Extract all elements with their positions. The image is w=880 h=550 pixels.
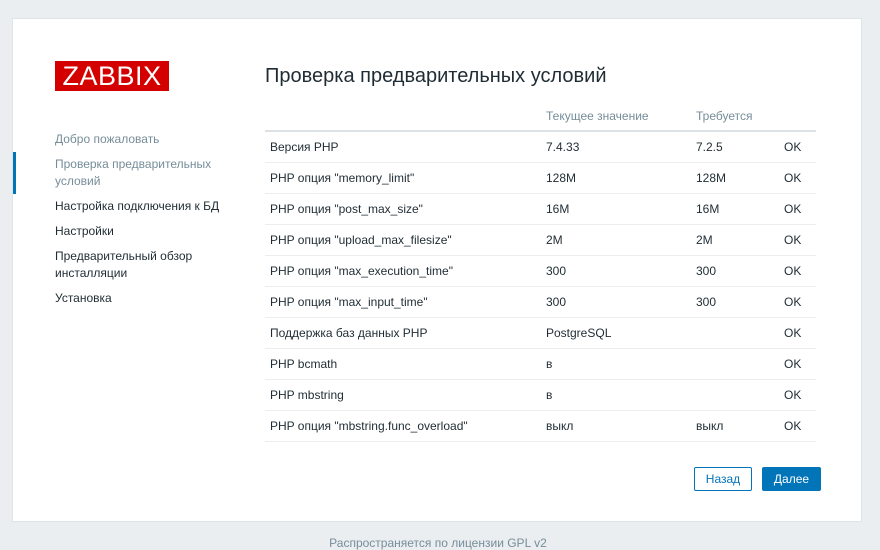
nav-step-install: Установка xyxy=(55,291,112,305)
check-name: PHP опция "max_execution_time" xyxy=(265,255,541,287)
nav-step-summary: Предварительный обзор инсталляции xyxy=(55,249,193,280)
check-required: 2M xyxy=(691,224,779,256)
check-current: 2M xyxy=(541,224,691,256)
check-status: OK xyxy=(779,193,816,225)
check-required: 300 xyxy=(691,286,779,318)
zabbix-logo: ZABBIX xyxy=(55,61,169,91)
check-required: 7.2.5 xyxy=(691,131,779,163)
check-current: в xyxy=(541,379,691,411)
check-name: PHP bcmath xyxy=(265,348,541,380)
check-status: OK xyxy=(779,317,816,349)
next-button[interactable]: Далее xyxy=(762,467,821,491)
table-row: PHP bcmath в OK xyxy=(265,348,816,380)
check-current: 7.4.33 xyxy=(541,131,691,163)
license-footer-link[interactable]: Распространяется по лицензии GPL v2 xyxy=(0,536,876,550)
check-status: OK xyxy=(779,131,816,163)
check-status: OK xyxy=(779,348,816,380)
back-button[interactable]: Назад xyxy=(694,467,752,491)
check-status: OK xyxy=(779,379,816,411)
check-required: 16M xyxy=(691,193,779,225)
table-row: PHP опция "post_max_size" 16M 16M OK xyxy=(265,193,816,225)
page-title: Проверка предварительных условий xyxy=(265,65,607,87)
nav-step-welcome: Добро пожаловать xyxy=(55,132,160,146)
table-row: PHP mbstring в OK xyxy=(265,379,816,411)
check-required xyxy=(691,379,779,411)
table-row: PHP опция "mbstring.func_overload" выкл … xyxy=(265,410,816,442)
check-current: 128M xyxy=(541,162,691,194)
check-status: OK xyxy=(779,255,816,287)
check-current: в xyxy=(541,348,691,380)
check-name: PHP опция "post_max_size" xyxy=(265,193,541,225)
check-required: 300 xyxy=(691,255,779,287)
check-required: 128M xyxy=(691,162,779,194)
check-required xyxy=(691,317,779,349)
check-name: PHP опция "upload_max_filesize" xyxy=(265,224,541,256)
table-row: PHP опция "upload_max_filesize" 2M 2M OK xyxy=(265,224,816,256)
setup-card: ZABBIX Добро пожаловать Проверка предвар… xyxy=(12,18,862,522)
column-header-required: Требуется xyxy=(691,103,779,132)
check-status: OK xyxy=(779,410,816,442)
check-name: PHP опция "max_input_time" xyxy=(265,286,541,318)
check-required xyxy=(691,348,779,380)
prerequisites-table: Текущее значение Требуется Версия PHP 7.… xyxy=(265,103,816,442)
check-current: 300 xyxy=(541,255,691,287)
column-header-name xyxy=(265,103,541,132)
table-row: PHP опция "max_execution_time" 300 300 O… xyxy=(265,255,816,287)
check-current: 300 xyxy=(541,286,691,318)
table-header-row: Текущее значение Требуется xyxy=(265,103,816,132)
column-header-status xyxy=(779,103,816,132)
check-name: PHP опция "mbstring.func_overload" xyxy=(265,410,541,442)
check-required: выкл xyxy=(691,410,779,442)
check-status: OK xyxy=(779,286,816,318)
table-row: Версия PHP 7.4.33 7.2.5 OK xyxy=(265,131,816,163)
nav-step-prerequisites: Проверка предварительных условий xyxy=(13,152,243,194)
column-header-current: Текущее значение xyxy=(541,103,691,132)
check-name: Версия PHP xyxy=(265,131,541,163)
setup-steps-nav: Добро пожаловать Проверка предварительны… xyxy=(13,127,243,311)
table-row: PHP опция "max_input_time" 300 300 OK xyxy=(265,286,816,318)
check-name: PHP mbstring xyxy=(265,379,541,411)
check-status: OK xyxy=(779,224,816,256)
check-name: Поддержка баз данных PHP xyxy=(265,317,541,349)
check-status: OK xyxy=(779,162,816,194)
check-current: PostgreSQL xyxy=(541,317,691,349)
check-current: 16M xyxy=(541,193,691,225)
table-row: PHP опция "memory_limit" 128M 128M OK xyxy=(265,162,816,194)
table-row: Поддержка баз данных PHP PostgreSQL OK xyxy=(265,317,816,349)
check-name: PHP опция "memory_limit" xyxy=(265,162,541,194)
nav-step-db-connection: Настройка подключения к БД xyxy=(55,199,220,213)
check-current: выкл xyxy=(541,410,691,442)
nav-step-settings: Настройки xyxy=(55,224,114,238)
